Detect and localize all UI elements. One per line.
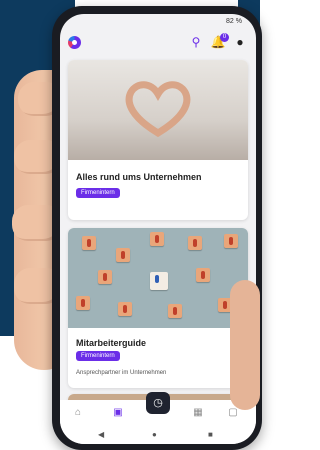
calendar-icon[interactable]: ▦	[190, 405, 206, 421]
user-icon[interactable]: ●	[232, 34, 248, 50]
people-block-icon	[224, 234, 238, 248]
people-block-icon	[118, 302, 132, 316]
bottom-nav: ⌂ ▣ ◷ ▦ ▢	[60, 392, 256, 426]
heart-hands-image	[123, 78, 193, 138]
people-block-icon	[196, 268, 210, 282]
tag-badge: Firmenintern	[76, 351, 120, 361]
status-bar: 82 %	[226, 18, 242, 25]
card-title: Mitarbeiterguide	[76, 338, 147, 348]
people-block-icon	[116, 248, 130, 262]
people-block-icon	[98, 270, 112, 284]
home-icon[interactable]: ⌂	[70, 405, 86, 421]
card-employee-guide[interactable]: Mitarbeiterguide Firmenintern Ansprechpa…	[68, 228, 248, 388]
gift-icon[interactable]: ▣	[110, 405, 126, 421]
notification-badge: 0	[220, 33, 229, 42]
clock-icon[interactable]: ◷	[146, 392, 170, 414]
people-block-icon	[168, 304, 182, 318]
card-subtitle: Ansprechpartner im Unternehmen	[76, 370, 167, 376]
people-block-icon	[150, 272, 168, 290]
tag-badge: Firmenintern	[76, 188, 120, 198]
people-block-icon	[188, 236, 202, 250]
card-image	[68, 60, 248, 160]
people-block-icon	[150, 232, 164, 246]
system-nav: ◀ ● ■	[60, 426, 256, 444]
people-block-icon	[82, 236, 96, 250]
search-icon[interactable]: ⚲	[188, 34, 204, 50]
card-image	[68, 228, 248, 328]
people-block-icon	[76, 296, 90, 310]
home-circle-icon[interactable]: ●	[152, 430, 157, 439]
card-company[interactable]: Alles rund ums Unternehmen Firmenintern	[68, 60, 248, 220]
recent-apps-icon[interactable]: ■	[208, 430, 213, 439]
phone-screen: 82 % ⚲ 🔔 0 ● Alles rund ums Unternehmen …	[60, 14, 256, 444]
back-icon[interactable]: ◀	[98, 430, 104, 439]
card-title: Alles rund ums Unternehmen	[76, 172, 202, 182]
thumb-photo	[230, 280, 260, 410]
app-logo-icon[interactable]	[68, 36, 81, 49]
app-bar: ⚲ 🔔 0 ●	[60, 28, 256, 58]
